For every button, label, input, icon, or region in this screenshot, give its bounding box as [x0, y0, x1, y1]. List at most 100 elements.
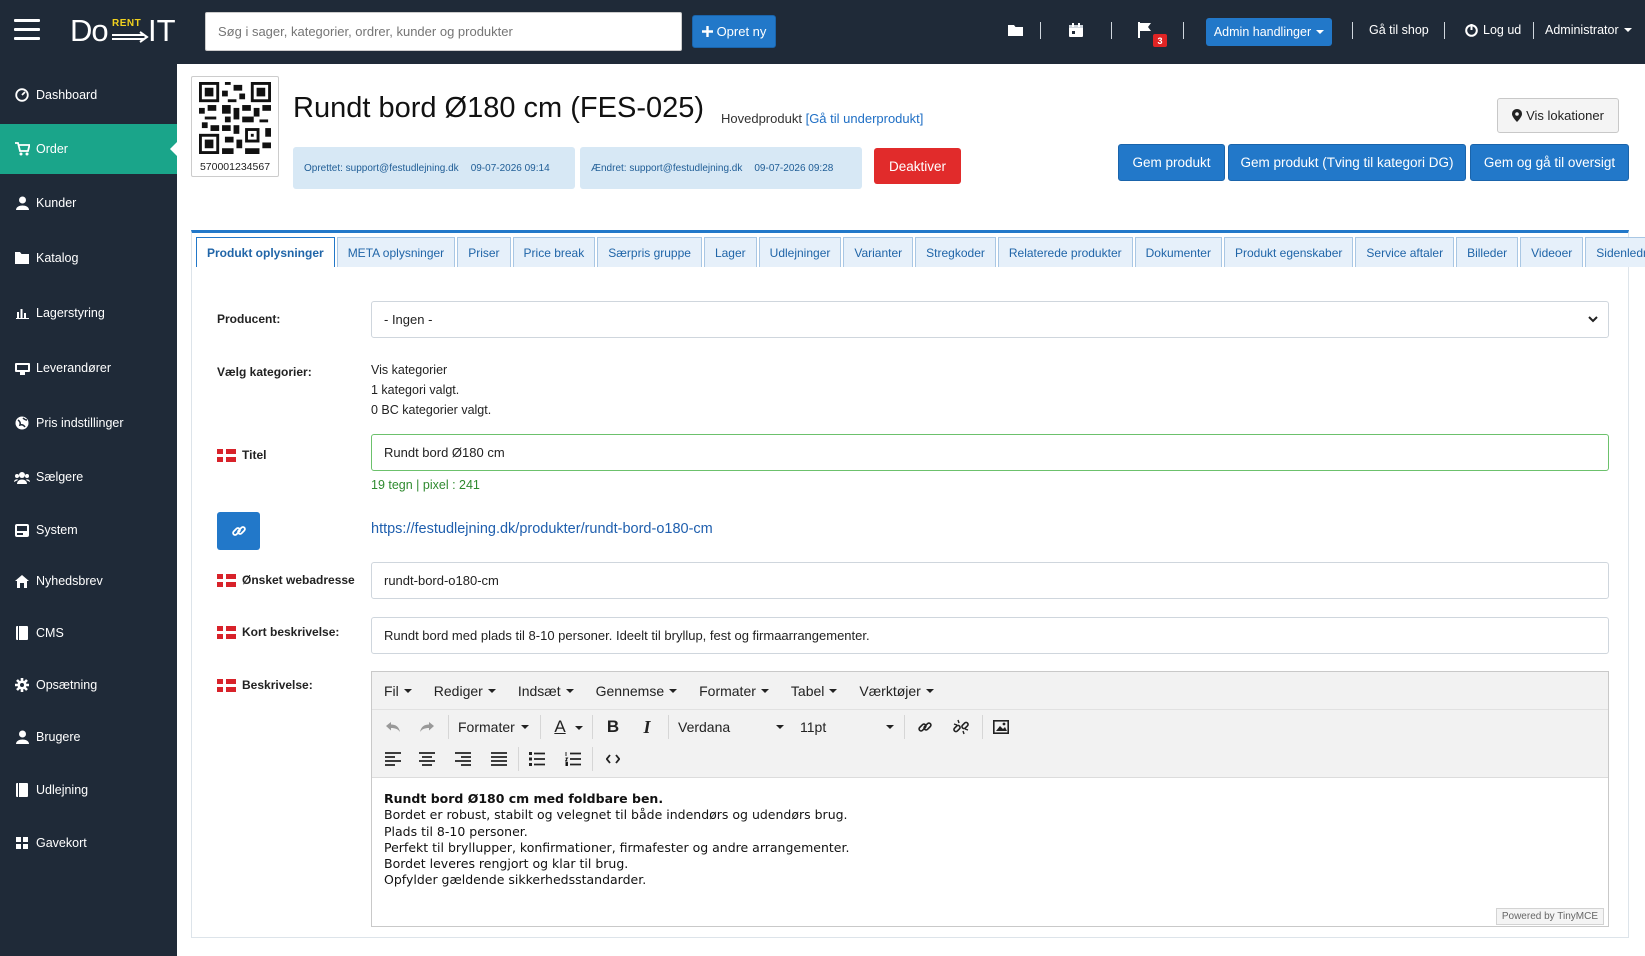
source-code-icon[interactable]	[602, 748, 624, 770]
sidebar-item-kunder[interactable]: Kunder	[0, 178, 177, 228]
cart-icon	[14, 141, 30, 157]
sidebar-item-cms[interactable]: CMS	[0, 608, 177, 658]
align-left-icon[interactable]	[382, 748, 404, 770]
unlink-icon[interactable]	[950, 716, 972, 738]
save-force-category-button[interactable]: Gem produkt (Tving til kategori DG)	[1228, 144, 1466, 181]
sidebar-item-pris-indstillinger[interactable]: Pris indstillinger	[0, 398, 177, 448]
save-product-button[interactable]: Gem produkt	[1118, 144, 1225, 181]
format-dropdown[interactable]: Formater	[458, 716, 529, 738]
save-go-overview-button[interactable]: Gem og gå til oversigt	[1470, 144, 1629, 181]
flag-icon[interactable]	[1138, 22, 1152, 38]
tab-varianter[interactable]: Varianter	[843, 237, 914, 267]
menu-indsaet[interactable]: Indsæt	[518, 683, 574, 699]
hdd-icon	[14, 522, 30, 538]
sidebar-item-label: Opsætning	[36, 678, 98, 692]
caret-down-icon	[776, 725, 784, 729]
sidebar-item-dashboard[interactable]: Dashboard	[0, 70, 177, 120]
show-categories-link[interactable]: Vis kategorier	[371, 363, 447, 377]
align-justify-icon[interactable]	[488, 748, 510, 770]
tab-lager[interactable]: Lager	[703, 237, 757, 267]
font-family-select[interactable]: Verdana	[678, 716, 784, 738]
sidebar-item-gavekort[interactable]: Gavekort	[0, 818, 177, 868]
bar-chart-icon	[14, 305, 30, 321]
redo-icon[interactable]	[416, 716, 438, 738]
font-size-select[interactable]: 11pt	[800, 716, 894, 738]
product-url-link[interactable]: https://festudlejning.dk/produkter/rundt…	[371, 521, 713, 537]
sidebar-item-udlejning[interactable]: Udlejning	[0, 765, 177, 815]
notification-badge: 3	[1153, 34, 1167, 47]
tab-sidenledning[interactable]: Sidenledning	[1585, 237, 1645, 267]
logo-arrow-icon	[112, 31, 149, 43]
menu-tabel[interactable]: Tabel	[791, 683, 838, 699]
tab-saerpris-gruppe[interactable]: Særpris gruppe	[597, 237, 702, 267]
user-menu[interactable]: Administrator	[1545, 23, 1632, 37]
bold-icon[interactable]: B	[602, 716, 624, 738]
image-icon[interactable]	[990, 716, 1012, 738]
tab-service-aftaler[interactable]: Service aftaler	[1355, 237, 1455, 267]
menu-icon[interactable]	[14, 19, 40, 41]
search-input[interactable]	[205, 12, 682, 51]
menu-gennemse[interactable]: Gennemse	[596, 683, 678, 699]
undo-icon[interactable]	[382, 716, 404, 738]
danish-flag-icon	[217, 678, 236, 692]
align-center-icon[interactable]	[416, 748, 438, 770]
bc-categories-count: 0 BC kategorier valgt.	[371, 403, 492, 417]
font-size-value: 11pt	[800, 719, 827, 735]
deactivate-button[interactable]: Deaktiver	[874, 148, 961, 184]
sidebar-item-katalog[interactable]: Katalog	[0, 233, 177, 283]
webaddress-input[interactable]: rundt-bord-o180-cm	[371, 562, 1609, 599]
changed-info: Ændret: support@festudlejning.dk 09-07-20…	[580, 147, 862, 189]
link-icon[interactable]	[914, 716, 936, 738]
menu-vaerktojer[interactable]: Værktøjer	[859, 683, 934, 699]
url-link-button[interactable]	[217, 512, 260, 550]
tab-udlejninger[interactable]: Udlejninger	[758, 237, 842, 267]
caret-down-icon[interactable]	[574, 724, 584, 732]
sidebar-item-system[interactable]: System	[0, 505, 177, 555]
tab-billeder[interactable]: Billeder	[1456, 237, 1519, 267]
align-right-icon[interactable]	[452, 748, 474, 770]
tab-dokumenter[interactable]: Dokumenter	[1134, 237, 1222, 267]
bullet-list-icon[interactable]	[526, 748, 548, 770]
sidebar-item-order[interactable]: Order	[0, 124, 177, 174]
sidebar-item-saelgere[interactable]: Sælgere	[0, 452, 177, 502]
subproduct-link[interactable]: [Gå til underprodukt]	[806, 111, 924, 126]
editor-toolbar: Formater A B I Verdana 11pt	[372, 710, 1608, 778]
text-color-icon[interactable]: A	[548, 716, 572, 738]
menu-rediger[interactable]: Rediger	[434, 683, 496, 699]
sidebar-item-label: Brugere	[36, 730, 81, 744]
tab-relaterede-produkter[interactable]: Relaterede produkter	[997, 237, 1133, 267]
numbered-list-icon[interactable]	[562, 748, 584, 770]
editor-content[interactable]: Rundt bord Ø180 cm med foldbare ben. Bor…	[384, 791, 849, 889]
create-new-label: Opret ny	[716, 24, 767, 39]
logo[interactable]: Do RENT IT	[70, 12, 180, 52]
product-type: Hovedprodukt [Gå til underprodukt]	[721, 111, 923, 126]
tab-produkt-egenskaber[interactable]: Produkt egenskaber	[1223, 237, 1354, 267]
tab-price-break[interactable]: Price break	[512, 237, 596, 267]
tab-meta-oplysninger[interactable]: META oplysninger	[336, 237, 456, 267]
sidebar-item-brugere[interactable]: Brugere	[0, 712, 177, 762]
categories-count: 1 kategori valgt.	[371, 383, 460, 397]
folder-icon[interactable]	[1008, 24, 1024, 37]
show-locations-button[interactable]: Vis lokationer	[1497, 98, 1619, 133]
sidebar-item-nyhedsbrev[interactable]: Nyhedsbrev	[0, 556, 177, 606]
menu-fil[interactable]: Fil	[384, 683, 412, 699]
sidebar-item-lagerstyring[interactable]: Lagerstyring	[0, 288, 177, 338]
italic-icon[interactable]: I	[636, 716, 658, 738]
tab-produkt-oplysninger[interactable]: Produkt oplysninger	[196, 237, 335, 267]
menu-formater[interactable]: Formater	[699, 683, 769, 699]
short-desc-input[interactable]: Rundt bord med plads til 8-10 personer. …	[371, 617, 1609, 654]
go-to-shop-link[interactable]: Gå til shop	[1369, 23, 1429, 37]
tinymce-powered-label[interactable]: Powered by TinyMCE	[1495, 908, 1604, 925]
admin-actions-label: Admin handlinger	[1213, 25, 1312, 39]
create-new-button[interactable]: Opret ny	[692, 15, 776, 48]
calendar-icon[interactable]	[1069, 23, 1083, 37]
producer-select[interactable]: - Ingen -	[371, 301, 1609, 338]
sidebar-item-opsaetning[interactable]: Opsætning	[0, 660, 177, 710]
tab-videoer[interactable]: Videoer	[1520, 237, 1584, 267]
logout-link[interactable]: Log ud	[1465, 23, 1521, 37]
admin-actions-dropdown[interactable]: Admin handlinger	[1206, 18, 1332, 46]
sidebar-item-leverandorer[interactable]: Leverandører	[0, 343, 177, 393]
tab-priser[interactable]: Priser	[457, 237, 511, 267]
title-input[interactable]: Rundt bord Ø180 cm	[371, 434, 1609, 471]
tab-stregkoder[interactable]: Stregkoder	[915, 237, 996, 267]
